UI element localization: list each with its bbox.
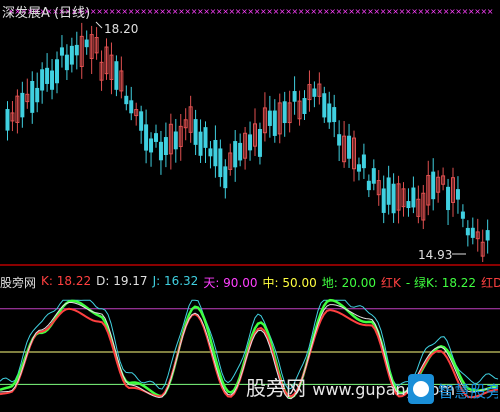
candle-body [347, 135, 352, 159]
candle-body [366, 180, 371, 191]
candle-body [272, 110, 277, 136]
candle-body [144, 124, 149, 151]
candle-body [5, 109, 10, 131]
candle-body [386, 177, 391, 205]
candle-body [154, 133, 158, 142]
svg-text:智慧股旁网: 智慧股旁网 [438, 382, 498, 401]
candle-body [129, 100, 134, 114]
candle-body [193, 119, 198, 145]
candle-body [233, 141, 238, 168]
candle-body [411, 187, 416, 208]
candle-body [45, 67, 50, 84]
candle-body [198, 131, 203, 156]
candle-body [485, 230, 490, 241]
candle-body [114, 61, 119, 90]
candle-body [55, 59, 59, 84]
candle-body [312, 88, 317, 97]
candle-body [20, 92, 25, 118]
candle-body [203, 127, 208, 148]
candle-body [332, 107, 337, 123]
candle-body [361, 154, 366, 169]
signal-marker: × [487, 7, 494, 16]
candle-body [223, 166, 228, 189]
high-pointer [95, 21, 103, 29]
candle-body [406, 201, 411, 209]
candle-body [381, 188, 386, 213]
watermark-text: 股旁网 [246, 376, 306, 400]
candle-body [124, 95, 129, 105]
candle-body [158, 141, 163, 161]
candle-body [455, 189, 460, 200]
chart-title: 深发展A (日线) [2, 6, 91, 21]
candle-body [292, 91, 297, 102]
candle-body [69, 45, 74, 65]
price-chart-pane[interactable]: × × × × × × × × × × × × × × × × × × × × × × × × × × × × × × × × × × × × × × × ×… [0, 0, 500, 262]
candle-body [149, 138, 154, 153]
candle-body [30, 81, 35, 113]
candle-body [391, 183, 396, 214]
candle-body [35, 87, 40, 103]
candle-body [163, 137, 168, 156]
candle-body [356, 164, 361, 172]
candle-body [208, 148, 213, 157]
candle-body [302, 98, 307, 114]
candle-body [218, 148, 223, 178]
candlestick-chart: × × × × × × × × × × × × × × × × × × × × × × × × × × × × × × × × × × × × × × × ×… [5, 7, 494, 262]
candle-body [337, 134, 342, 146]
candle-body [50, 70, 55, 90]
candle-body [267, 110, 272, 126]
candle-body [460, 211, 465, 219]
candle-body [59, 47, 64, 56]
candle-body [238, 142, 243, 161]
candle-body [257, 129, 262, 157]
candle-body [446, 186, 451, 211]
candle-body [465, 227, 470, 236]
candle-body [322, 93, 327, 118]
candle-body [327, 103, 332, 123]
candle-body [213, 139, 218, 167]
pane-divider [0, 264, 500, 266]
candle-body [282, 101, 287, 124]
high-price-label: 18.20 [104, 22, 139, 36]
candle-body [470, 227, 475, 238]
candle-body [74, 44, 79, 56]
candle-body [64, 54, 69, 71]
candle-body [40, 69, 45, 91]
candle-body [139, 111, 144, 131]
site-logo: 智慧股旁网 [408, 374, 498, 404]
candle-body [431, 171, 436, 200]
candle-body [248, 134, 253, 151]
candle-body [371, 168, 376, 184]
candle-body [84, 39, 89, 48]
low-price-label: 14.93 [418, 248, 453, 262]
candle-body [173, 131, 178, 150]
